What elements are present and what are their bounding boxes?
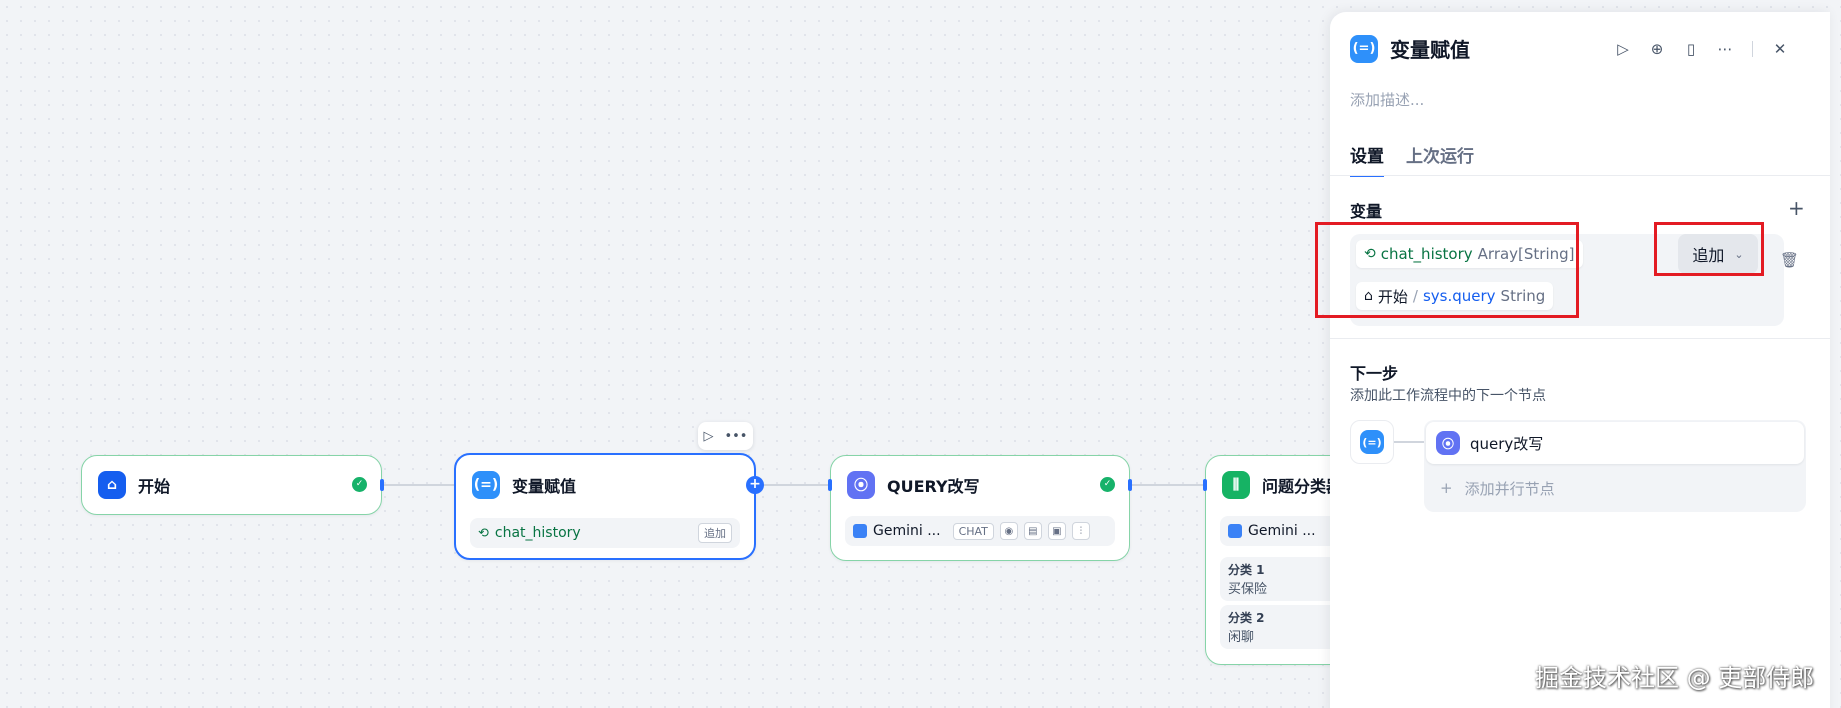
variable-assigner-icon: (=) xyxy=(472,471,500,499)
more-icon[interactable]: ⋯ xyxy=(1714,38,1736,60)
assigned-variable-selector[interactable]: ⟲ chat_history Array[String] xyxy=(1356,234,1686,274)
panel-toolbar: ▷ ⊕ ▯ ⋯ ✕ xyxy=(1612,38,1791,60)
more-icon[interactable]: ••• xyxy=(724,429,747,444)
tab-last-run[interactable]: 上次运行 xyxy=(1406,142,1474,177)
tab-settings[interactable]: 设置 xyxy=(1350,142,1384,177)
node-toolbar: ▷ ••• xyxy=(698,422,753,450)
input-port[interactable] xyxy=(828,479,832,491)
source-node: 开始 xyxy=(1377,287,1408,306)
next-step-title: 下一步 xyxy=(1350,364,1399,383)
edge-start-to-assigner xyxy=(382,484,454,486)
llm-icon: ⦿ xyxy=(1436,431,1460,455)
toolbar-divider xyxy=(1752,41,1753,57)
run-icon[interactable]: ▷ xyxy=(1612,38,1634,60)
operation-value: 追加 xyxy=(1692,246,1725,265)
variables-label: 变量 xyxy=(1350,202,1383,221)
tab-last-run-label: 上次运行 xyxy=(1406,147,1474,167)
source-variable-selector[interactable]: ⌂ 开始 / sys.query String xyxy=(1356,276,1554,316)
run-node-icon[interactable]: ▷ xyxy=(703,429,713,444)
section-divider xyxy=(1330,338,1830,339)
assign-op-badge: 追加 xyxy=(698,523,732,543)
panel-tabs: 设置 上次运行 xyxy=(1350,142,1474,177)
success-check-icon: ✓ xyxy=(1100,477,1115,492)
assigned-var-type: Array[String] xyxy=(1477,245,1575,263)
conversation-variable-icon: ⟲ xyxy=(478,525,489,541)
assign-var-name: chat_history xyxy=(494,525,581,541)
document-icon: ▤ xyxy=(1023,522,1042,540)
success-check-icon: ✓ xyxy=(352,477,367,492)
edge-assigner-to-query xyxy=(756,484,830,486)
node-start[interactable]: ⌂ 开始 ✓ xyxy=(81,455,384,515)
book-icon[interactable]: ▯ xyxy=(1680,38,1702,60)
conversation-variable-icon: ⟲ xyxy=(1364,246,1376,262)
home-icon: ⌂ xyxy=(1364,288,1373,304)
operation-select[interactable]: 追加 ⌄ xyxy=(1678,234,1758,274)
workflow-canvas[interactable]: ⌂ 开始 ✓ ▷ ••• (=) 变量赋值 ⟲ chat_history 追加 … xyxy=(0,0,1505,708)
llm-icon: ⦿ xyxy=(847,471,875,499)
source-var: sys.query xyxy=(1422,287,1496,305)
watermark: 掘金技术社区 @ 吏部侍郎 xyxy=(1535,664,1815,692)
node-assigner-title: 变量赋值 xyxy=(512,477,577,496)
assigned-var-name: chat_history xyxy=(1380,245,1473,263)
close-icon[interactable]: ✕ xyxy=(1769,38,1791,60)
node-query-rewrite[interactable]: ⦿ QUERY改写 ✓ Gemini ... CHAT ◉ ▤ ▣ ⫶ xyxy=(828,455,1132,561)
next-node-item[interactable]: ⦿ query改写 xyxy=(1426,422,1804,464)
output-port[interactable] xyxy=(380,479,384,491)
next-step-subtitle: 添加此工作流程中的下一个节点 xyxy=(1350,388,1546,404)
video-icon: ▣ xyxy=(1047,522,1066,540)
node-query-title: QUERY改写 xyxy=(887,477,980,496)
variable-assigner-icon: (=) xyxy=(1360,430,1384,454)
model-name: Gemini ... xyxy=(873,523,941,539)
source-separator: / xyxy=(1412,287,1418,305)
model-name: Gemini ... xyxy=(1248,523,1316,539)
node-start-title: 开始 xyxy=(138,477,171,496)
node-variable-assigner[interactable]: (=) 变量赋值 ⟲ chat_history 追加 + xyxy=(454,453,764,560)
panel-header: (=) 变量赋值 xyxy=(1350,34,1470,63)
output-port[interactable] xyxy=(1128,479,1132,491)
audio-icon: ⫶ xyxy=(1071,522,1090,540)
classifier-icon: ⫼ xyxy=(1222,471,1250,499)
next-node-name: query改写 xyxy=(1470,434,1544,453)
source-type: String xyxy=(1500,287,1546,305)
gemini-icon xyxy=(853,524,867,538)
panel-title[interactable]: 变量赋值 xyxy=(1390,34,1470,63)
edge-query-to-classifier xyxy=(1130,484,1204,486)
add-variable-icon[interactable]: + xyxy=(1788,198,1805,218)
chevron-down-icon: ⌄ xyxy=(1734,247,1744,261)
next-node-connector xyxy=(1394,441,1424,443)
model-chip: Gemini ... CHAT ◉ ▤ ▣ ⫶ xyxy=(845,516,1115,546)
variable-assigner-icon: (=) xyxy=(1350,34,1378,63)
tab-settings-label: 设置 xyxy=(1350,147,1384,167)
node-settings-panel: (=) 变量赋值 ▷ ⊕ ▯ ⋯ ✕ 添加描述... 设置 上次运行 变量 + … xyxy=(1315,12,1830,708)
locate-icon[interactable]: ⊕ xyxy=(1646,38,1668,60)
add-parallel-node-button[interactable]: + 添加并行节点 xyxy=(1440,472,1555,504)
chat-badge: CHAT xyxy=(952,522,994,540)
add-next-node-button[interactable]: + xyxy=(746,476,764,494)
assign-chip: ⟲ chat_history 追加 xyxy=(470,518,740,548)
vision-icon: ◉ xyxy=(999,522,1018,540)
delete-assignment-icon[interactable]: 🗑 xyxy=(1780,252,1799,268)
description-input[interactable]: 添加描述... xyxy=(1350,89,1424,110)
home-icon: ⌂ xyxy=(98,471,126,499)
gemini-icon xyxy=(1228,524,1242,538)
tabs-divider xyxy=(1330,175,1830,176)
input-port[interactable] xyxy=(1203,479,1207,491)
plus-icon: + xyxy=(1440,479,1453,497)
add-parallel-label: 添加并行节点 xyxy=(1464,479,1555,498)
current-node-icon-box: (=) xyxy=(1350,420,1394,464)
